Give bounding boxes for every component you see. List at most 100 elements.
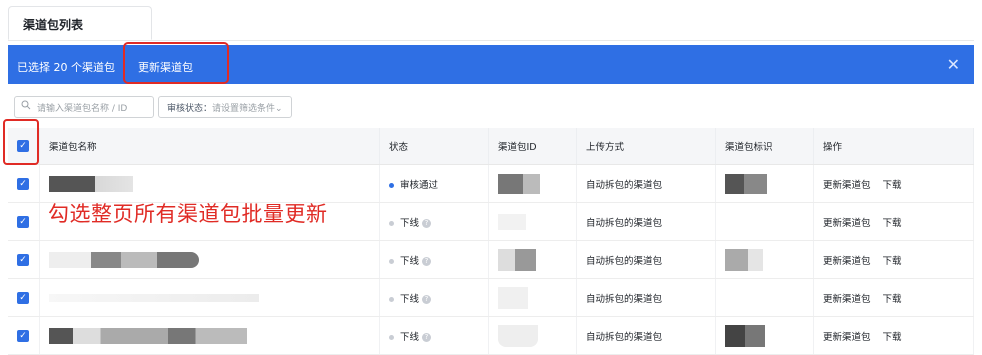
- search-input[interactable]: 请输入渠道包名称 / ID: [14, 96, 154, 118]
- search-placeholder: 请输入渠道包名称 / ID: [37, 104, 128, 114]
- package-name-cell: [39, 164, 380, 203]
- actions-cell: 更新渠道包 下载: [813, 164, 974, 203]
- chevron-down-icon: ⌄: [275, 104, 283, 114]
- header-actions: 操作: [813, 128, 974, 165]
- identifier-cell: [715, 202, 814, 241]
- upload-method-cell: 自动拆包的渠道包: [576, 240, 716, 279]
- status-filter-select[interactable]: 审核状态：请设置筛选条件⌄: [158, 96, 292, 118]
- upload-method-cell: 自动拆包的渠道包: [576, 164, 716, 203]
- annotation-text: 勾选整页所有渠道包批量更新: [48, 202, 328, 226]
- header-status: 状态: [379, 128, 489, 165]
- filter-row: 请输入渠道包名称 / ID 审核状态：请设置筛选条件⌄: [8, 92, 974, 120]
- help-icon[interactable]: ?: [422, 332, 432, 342]
- update-package-link[interactable]: 更新渠道包: [823, 329, 871, 343]
- status-dot: [389, 296, 394, 302]
- redacted-identifier: [725, 173, 767, 194]
- redacted-id: [498, 286, 528, 309]
- upload-method-cell: 自动拆包的渠道包: [576, 316, 716, 355]
- status-cell: 下线?: [379, 316, 489, 355]
- redacted-identifier: [725, 248, 763, 271]
- table-row: ✓ 审核通过 自动拆包的渠道包 更新渠道包 下载: [8, 164, 974, 203]
- table-row: ✓ 下线? 自动拆包的渠道包 更新渠道包 下载: [8, 240, 974, 279]
- row-checkbox[interactable]: ✓: [17, 291, 29, 304]
- package-id-cell: [488, 240, 577, 279]
- download-link[interactable]: 下载: [883, 291, 902, 305]
- header-name: 渠道包名称: [39, 128, 380, 165]
- table-header-row: ✓ 渠道包名称 状态 渠道包ID 上传方式 渠道包标识 操作: [8, 128, 974, 165]
- download-link[interactable]: 下载: [883, 215, 902, 229]
- redacted-name: [49, 293, 259, 302]
- status-dot: [389, 334, 394, 340]
- status-cell: 下线?: [379, 202, 489, 241]
- row-select-cell[interactable]: ✓: [8, 164, 40, 203]
- row-checkbox[interactable]: ✓: [17, 215, 29, 228]
- status-text: 下线: [400, 217, 420, 229]
- redacted-name: [49, 175, 133, 192]
- header-identifier: 渠道包标识: [715, 128, 814, 165]
- actions-cell: 更新渠道包 下载: [813, 278, 974, 317]
- redacted-name: [49, 251, 199, 268]
- redacted-name: [49, 327, 247, 344]
- status-cell: 下线?: [379, 278, 489, 317]
- package-name-cell: [39, 278, 380, 317]
- upload-method-cell: 自动拆包的渠道包: [576, 202, 716, 241]
- select-all-highlight: [3, 119, 39, 165]
- status-text: 下线: [400, 255, 420, 267]
- help-icon[interactable]: ?: [422, 294, 432, 304]
- redacted-identifier: [725, 324, 765, 347]
- identifier-cell: [715, 164, 814, 203]
- help-icon[interactable]: ?: [422, 218, 432, 228]
- download-link[interactable]: 下载: [883, 177, 902, 191]
- table-row: ✓ 下线? 自动拆包的渠道包 更新渠道包 下载: [8, 316, 974, 355]
- close-icon[interactable]: ✕: [947, 55, 960, 74]
- status-text: 审核通过: [400, 179, 439, 191]
- upload-method-cell: 自动拆包的渠道包: [576, 278, 716, 317]
- row-checkbox[interactable]: ✓: [17, 177, 29, 190]
- redacted-id: [498, 213, 526, 230]
- status-dot: [389, 258, 394, 264]
- status-text: 下线: [400, 331, 420, 343]
- header-id: 渠道包ID: [488, 128, 577, 165]
- row-select-cell[interactable]: ✓: [8, 316, 40, 355]
- row-select-cell[interactable]: ✓: [8, 202, 40, 241]
- row-checkbox[interactable]: ✓: [17, 329, 29, 342]
- update-package-link[interactable]: 更新渠道包: [823, 177, 871, 191]
- redacted-id: [498, 173, 540, 194]
- help-icon[interactable]: ?: [422, 256, 432, 266]
- tab-bar: 渠道包列表: [8, 6, 974, 41]
- package-id-cell: [488, 164, 577, 203]
- status-cell: 下线?: [379, 240, 489, 279]
- download-link[interactable]: 下载: [883, 329, 902, 343]
- identifier-cell: [715, 316, 814, 355]
- redacted-id: [498, 324, 538, 347]
- download-link[interactable]: 下载: [883, 253, 902, 267]
- tab-channel-package-list[interactable]: 渠道包列表: [8, 6, 152, 40]
- status-cell: 审核通过: [379, 164, 489, 203]
- row-select-cell[interactable]: ✓: [8, 240, 40, 279]
- status-dot: [389, 220, 394, 226]
- row-checkbox[interactable]: ✓: [17, 253, 29, 266]
- update-button-highlight: [123, 42, 229, 84]
- status-dot: [389, 182, 394, 188]
- status-filter-label: 审核状态：: [167, 104, 213, 114]
- status-filter-value: 请设置筛选条件: [212, 104, 276, 114]
- package-name-cell: [39, 240, 380, 279]
- update-package-link[interactable]: 更新渠道包: [823, 215, 871, 229]
- package-id-cell: [488, 202, 577, 241]
- header-upload-method: 上传方式: [576, 128, 716, 165]
- identifier-cell: [715, 278, 814, 317]
- update-package-link[interactable]: 更新渠道包: [823, 253, 871, 267]
- actions-cell: 更新渠道包 下载: [813, 202, 974, 241]
- identifier-cell: [715, 240, 814, 279]
- redacted-id: [498, 248, 536, 271]
- search-icon: [21, 100, 31, 110]
- package-name-cell: [39, 316, 380, 355]
- channel-package-table: ✓ 渠道包名称 状态 渠道包ID 上传方式 渠道包标识 操作 ✓ 审核通过 自动…: [8, 128, 974, 355]
- actions-cell: 更新渠道包 下载: [813, 240, 974, 279]
- selected-count-text: 已选择 20 个渠道包: [17, 61, 115, 74]
- package-id-cell: [488, 316, 577, 355]
- actions-cell: 更新渠道包 下载: [813, 316, 974, 355]
- update-package-link[interactable]: 更新渠道包: [823, 291, 871, 305]
- status-text: 下线: [400, 293, 420, 305]
- row-select-cell[interactable]: ✓: [8, 278, 40, 317]
